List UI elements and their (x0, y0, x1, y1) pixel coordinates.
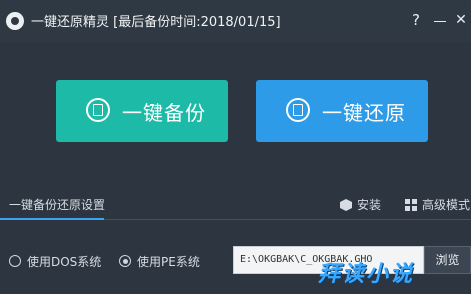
use-pe-label: 使用PE系统 (137, 255, 200, 269)
one-click-restore-button[interactable]: 一键还原 (256, 80, 428, 142)
use-dos-radio[interactable]: 使用DOS系统 (9, 253, 101, 270)
settings-tab-title[interactable]: 一键备份还原设置 (9, 196, 105, 213)
minimize-button[interactable] (430, 9, 450, 31)
install-box-icon (340, 199, 352, 211)
use-dos-label: 使用DOS系统 (27, 255, 102, 269)
install-label: 安装 (357, 198, 382, 212)
minimize-icon (434, 21, 446, 22)
app-logo-icon (6, 12, 24, 30)
radio-unchecked-icon (9, 255, 21, 267)
restore-icon (286, 98, 310, 122)
advanced-mode-button[interactable]: 高级模式 (405, 196, 470, 213)
one-click-backup-button[interactable]: 一键备份 (56, 80, 228, 142)
install-button[interactable]: 安装 (340, 196, 381, 213)
browse-button[interactable]: 浏览 (424, 246, 471, 274)
close-button[interactable]: ✕ (451, 9, 471, 31)
help-button[interactable]: ? (406, 9, 426, 31)
grid-icon (405, 199, 417, 211)
use-pe-radio[interactable]: 使用PE系统 (119, 253, 200, 270)
backup-button-label: 一键备份 (122, 101, 206, 125)
watermark-logo: 拜读小说 (318, 262, 415, 287)
advanced-mode-label: 高级模式 (422, 198, 471, 212)
active-tab-underline (0, 218, 104, 220)
restore-button-label: 一键还原 (322, 101, 406, 125)
window-title: 一键还原精灵 [最后备份时间:2018/01/15] (31, 15, 281, 30)
title-bar: 一键还原精灵 [最后备份时间:2018/01/15] ? ✕ (0, 0, 471, 42)
radio-checked-icon (119, 255, 131, 267)
backup-icon (86, 98, 110, 122)
